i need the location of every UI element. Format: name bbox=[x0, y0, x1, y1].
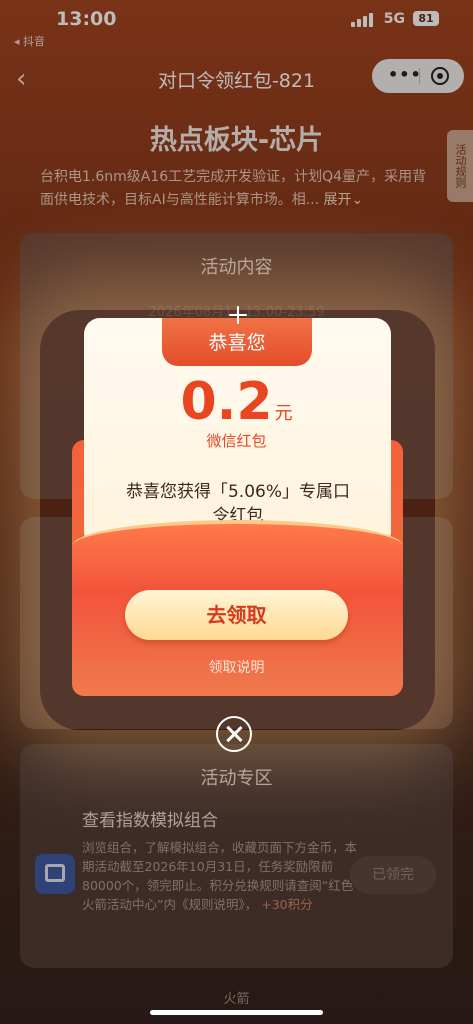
amount-value: 0.2 bbox=[180, 372, 273, 432]
screen: 13:00 ◂ 抖音 5G 81 ‹ 对口令领红包-821 ••• 活动规则 热… bbox=[0, 0, 473, 1024]
sparkle-icon bbox=[229, 306, 247, 324]
home-indicator[interactable] bbox=[150, 1010, 323, 1015]
congrats-banner: 恭喜您 bbox=[162, 318, 312, 366]
claim-instructions-link[interactable]: 领取说明 bbox=[0, 657, 473, 677]
claim-button[interactable]: 去领取 bbox=[125, 590, 348, 640]
close-modal-icon[interactable] bbox=[216, 716, 252, 752]
amount-unit: 元 bbox=[274, 403, 293, 424]
red-packet-amount: 0.2 元 bbox=[0, 372, 473, 432]
red-packet-type: 微信红包 bbox=[206, 432, 267, 450]
